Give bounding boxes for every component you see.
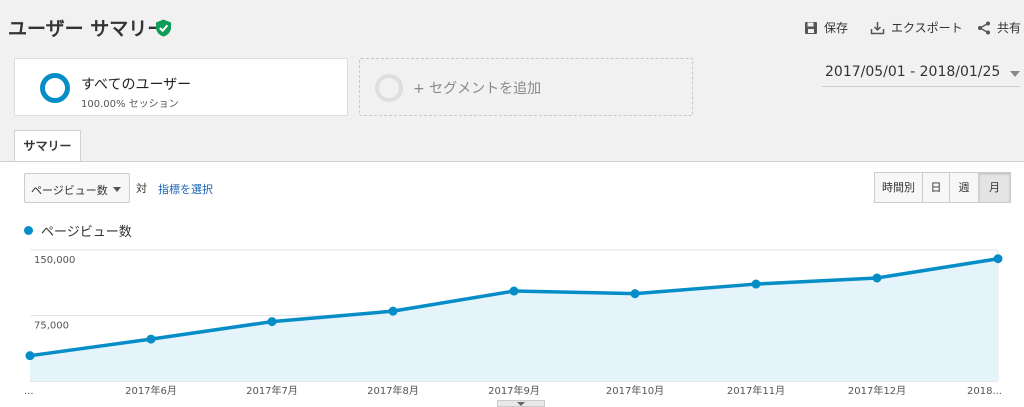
pageviews-line-chart: 150,000 75,000 ... 2017年6月 2017年7月 2017年8月 20… bbox=[24, 249, 1003, 397]
chart-scroll-handle[interactable] bbox=[497, 400, 545, 407]
export-label: エクスポート bbox=[891, 21, 963, 35]
x-tick-label: 2017年10月 bbox=[606, 384, 664, 397]
x-tick-label: 2017年11月 bbox=[727, 384, 785, 397]
granularity-toggle: 時間別 日 週 月 bbox=[874, 172, 1011, 203]
empty-segment-ring-icon bbox=[375, 74, 403, 102]
x-tick-label: 2018... bbox=[967, 386, 1002, 397]
share-label: 共有 bbox=[997, 21, 1022, 35]
chevron-down-icon bbox=[1010, 71, 1020, 77]
top-bar: ユーザー サマリー 保存 エクスポート 共有 bbox=[0, 0, 1024, 52]
y-tick-label: 75,000 bbox=[34, 321, 69, 332]
verified-shield-icon bbox=[156, 19, 171, 37]
data-point bbox=[630, 289, 640, 299]
versus-label: 対 bbox=[136, 182, 147, 195]
chart-legend: ページビュー数 bbox=[24, 221, 132, 240]
chart-area-layer bbox=[30, 258, 998, 381]
share-button[interactable]: 共有 bbox=[977, 19, 1021, 36]
segment-card-all-users[interactable]: すべてのユーザー 100.00% セッション bbox=[14, 58, 348, 116]
data-point bbox=[872, 273, 882, 283]
granularity-day-button[interactable]: 日 bbox=[922, 172, 950, 203]
share-icon bbox=[978, 21, 990, 34]
x-tick-label: 2017年8月 bbox=[367, 384, 419, 397]
tabs-row: サマリー bbox=[0, 130, 1024, 162]
data-point bbox=[751, 279, 761, 289]
metric-select[interactable]: ページビュー数 bbox=[24, 173, 130, 203]
select-metric-link[interactable]: 指標を選択 bbox=[158, 181, 213, 197]
save-button[interactable]: 保存 bbox=[804, 19, 848, 36]
data-point bbox=[146, 334, 156, 344]
y-tick-label: 150,000 bbox=[34, 255, 75, 266]
legend-series-dot bbox=[24, 226, 33, 235]
data-point bbox=[25, 351, 35, 361]
data-point bbox=[267, 317, 277, 327]
series-area bbox=[30, 258, 998, 381]
save-icon bbox=[805, 21, 817, 34]
granularity-week-button[interactable]: 週 bbox=[949, 172, 979, 203]
y-axis-ticks: 150,000 75,000 bbox=[34, 255, 75, 332]
segment-area: すべてのユーザー 100.00% セッション + セグメントを追加 2017/0… bbox=[0, 52, 1024, 130]
save-label: 保存 bbox=[824, 21, 849, 35]
x-axis-ticks: ... 2017年6月 2017年7月 2017年8月 2017年9月 2017年10月 2… bbox=[24, 384, 1002, 397]
x-tick-label: 2017年7月 bbox=[246, 384, 298, 397]
page-title: ユーザー サマリー bbox=[8, 18, 167, 40]
date-range-picker[interactable]: 2017/05/01 - 2018/01/25 bbox=[822, 62, 1020, 87]
add-segment-button[interactable]: + セグメントを追加 bbox=[359, 58, 693, 116]
tab-summary[interactable]: サマリー bbox=[14, 130, 81, 161]
data-point bbox=[388, 306, 398, 316]
export-icon bbox=[870, 21, 885, 34]
add-segment-label: + セグメントを追加 bbox=[413, 81, 542, 97]
data-point bbox=[993, 254, 1003, 264]
granularity-month-button[interactable]: 月 bbox=[978, 172, 1011, 203]
segment-ring-icon bbox=[40, 73, 70, 103]
segment-name: すべてのユーザー bbox=[81, 77, 192, 93]
data-point bbox=[509, 286, 519, 296]
granularity-hourly-button[interactable]: 時間別 bbox=[874, 172, 923, 203]
metric-select-label: ページビュー数 bbox=[31, 184, 108, 197]
segment-session-share: 100.00% セッション bbox=[81, 99, 179, 110]
legend-series-label: ページビュー数 bbox=[41, 225, 132, 240]
export-button[interactable]: エクスポート bbox=[870, 19, 963, 36]
chevron-down-icon bbox=[113, 187, 121, 192]
x-tick-label: 2017年9月 bbox=[488, 384, 540, 397]
x-tick-label: 2017年6月 bbox=[125, 384, 177, 397]
x-tick-label: ... bbox=[24, 386, 34, 397]
x-tick-label: 2017年12月 bbox=[848, 384, 906, 397]
date-range-label: 2017/05/01 - 2018/01/25 bbox=[825, 64, 1001, 80]
